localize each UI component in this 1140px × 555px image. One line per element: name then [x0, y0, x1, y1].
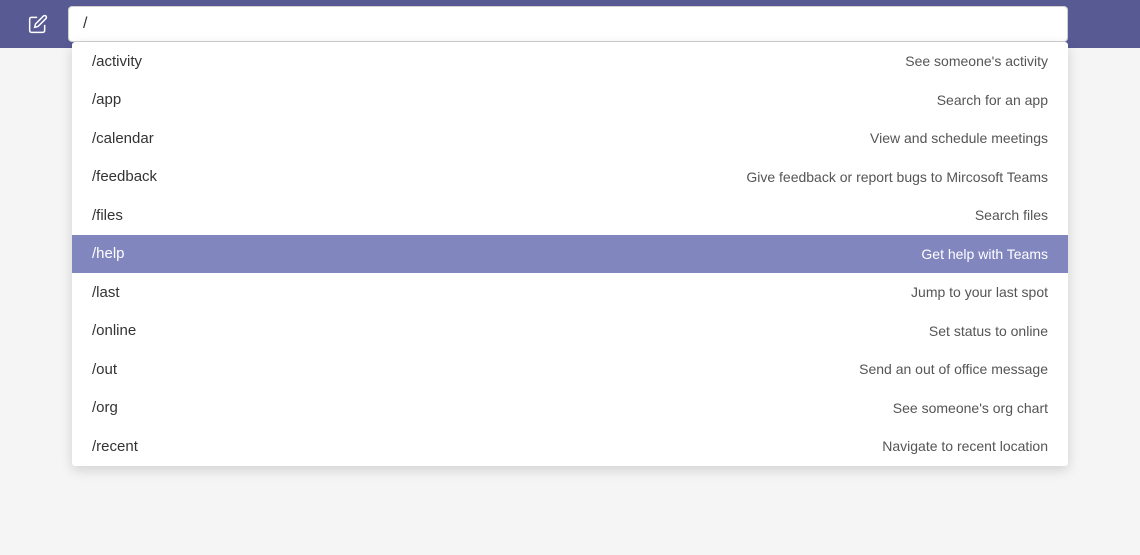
command-desc: Search files — [975, 207, 1048, 223]
command-desc: See someone's activity — [905, 53, 1048, 69]
command-label: /feedback — [92, 168, 157, 185]
command-item-files[interactable]: /files Search files — [72, 196, 1068, 235]
command-label: /org — [92, 399, 118, 416]
command-label: /recent — [92, 438, 138, 455]
command-item-out[interactable]: /out Send an out of office message — [72, 350, 1068, 389]
header-bar — [0, 0, 1140, 48]
command-item-online[interactable]: /online Set status to online — [72, 312, 1068, 351]
command-desc: Give feedback or report bugs to Mircosof… — [746, 169, 1048, 185]
command-desc: Navigate to recent location — [882, 438, 1048, 454]
command-item-app[interactable]: /app Search for an app — [72, 81, 1068, 120]
command-label: /app — [92, 91, 121, 108]
compose-icon[interactable] — [26, 12, 50, 36]
command-desc: Get help with Teams — [921, 246, 1048, 262]
command-label: /help — [92, 245, 125, 262]
command-label: /out — [92, 361, 117, 378]
search-wrapper — [68, 6, 1068, 42]
command-desc: View and schedule meetings — [870, 130, 1048, 146]
command-label: /last — [92, 284, 120, 301]
command-desc: Set status to online — [929, 323, 1048, 339]
command-label: /online — [92, 322, 136, 339]
command-item-help[interactable]: /help Get help with Teams — [72, 235, 1068, 274]
command-desc: See someone's org chart — [893, 400, 1048, 416]
search-input[interactable] — [68, 6, 1068, 42]
command-desc: Jump to your last spot — [911, 284, 1048, 300]
command-label: /calendar — [92, 130, 154, 147]
command-item-activity[interactable]: /activity See someone's activity — [72, 42, 1068, 81]
command-label: /activity — [92, 53, 142, 70]
command-item-org[interactable]: /org See someone's org chart — [72, 389, 1068, 428]
command-item-recent[interactable]: /recent Navigate to recent location — [72, 427, 1068, 466]
command-item-last[interactable]: /last Jump to your last spot — [72, 273, 1068, 312]
command-dropdown: /activity See someone's activity /app Se… — [72, 42, 1068, 466]
command-desc: Send an out of office message — [859, 361, 1048, 377]
command-item-calendar[interactable]: /calendar View and schedule meetings — [72, 119, 1068, 158]
command-item-feedback[interactable]: /feedback Give feedback or report bugs t… — [72, 158, 1068, 197]
command-label: /files — [92, 207, 123, 224]
command-desc: Search for an app — [937, 92, 1048, 108]
